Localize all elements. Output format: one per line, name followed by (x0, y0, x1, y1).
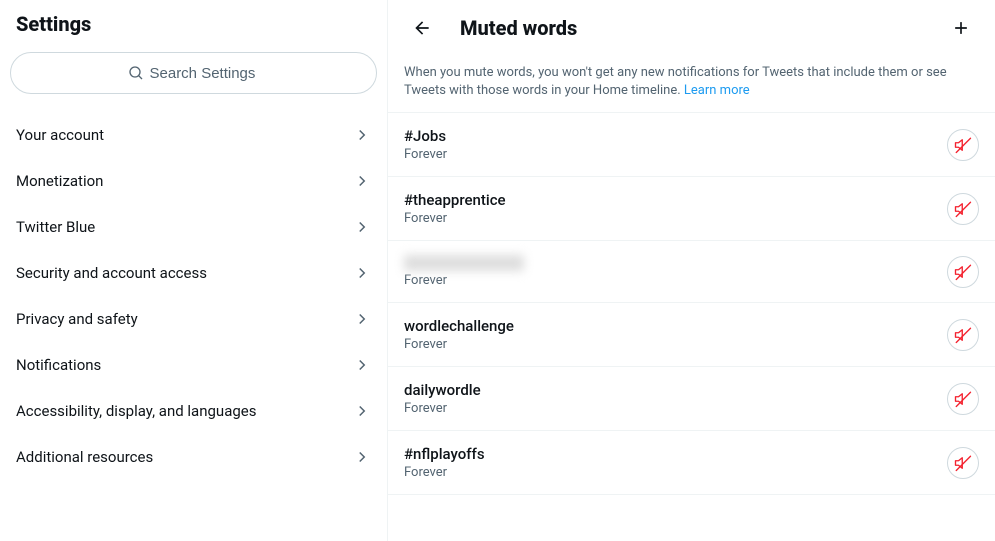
sidebar-item[interactable]: Your account (0, 112, 387, 158)
muted-row[interactable]: #theapprentice Forever (388, 177, 995, 241)
muted-word: #Jobs (404, 127, 935, 145)
unmute-button[interactable] (947, 319, 979, 351)
sidebar-item[interactable]: Security and account access (0, 250, 387, 296)
mute-icon (954, 200, 972, 218)
sidebar-item[interactable]: Accessibility, display, and languages (0, 388, 387, 434)
sidebar-item-label: Your account (16, 126, 104, 144)
description-text: When you mute words, you won't get any n… (404, 65, 947, 98)
muted-duration: Forever (404, 401, 935, 416)
unmute-button[interactable] (947, 129, 979, 161)
muted-list: #Jobs Forever #theapprentice Forever Forever… (388, 113, 995, 495)
sidebar-item-label: Security and account access (16, 264, 207, 282)
muted-duration: Forever (404, 211, 935, 226)
muted-row[interactable]: dailywordle Forever (388, 367, 995, 431)
mute-icon (954, 390, 972, 408)
muted-word: #nflplayoffs (404, 445, 935, 463)
chevron-right-icon (353, 448, 371, 466)
sidebar-item-label: Twitter Blue (16, 218, 95, 236)
muted-word: dailywordle (404, 381, 935, 399)
muted-info: wordlechallenge Forever (404, 317, 935, 352)
search-icon (128, 65, 144, 81)
muted-info: #nflplayoffs Forever (404, 445, 935, 480)
sidebar-item-label: Additional resources (16, 448, 153, 466)
main-panel: Muted words When you mute words, you won… (388, 0, 995, 541)
sidebar-item[interactable]: Monetization (0, 158, 387, 204)
settings-sidebar: Settings Your account Monetization Twitter… (0, 0, 388, 541)
settings-title: Settings (0, 0, 387, 52)
sidebar-item-label: Monetization (16, 172, 103, 190)
sidebar-item[interactable]: Notifications (0, 342, 387, 388)
unmute-button[interactable] (947, 447, 979, 479)
chevron-right-icon (353, 264, 371, 282)
chevron-right-icon (353, 310, 371, 328)
sidebar-list: Your account Monetization Twitter Blue Secu… (0, 112, 387, 480)
chevron-right-icon (353, 218, 371, 236)
back-button[interactable] (404, 10, 440, 46)
chevron-right-icon (353, 172, 371, 190)
muted-word: wordlechallenge (404, 317, 935, 335)
muted-row[interactable]: wordlechallenge Forever (388, 303, 995, 367)
chevron-right-icon (353, 402, 371, 420)
muted-info: #Jobs Forever (404, 127, 935, 162)
unmute-button[interactable] (947, 193, 979, 225)
chevron-right-icon (353, 126, 371, 144)
unmute-button[interactable] (947, 256, 979, 288)
muted-row[interactable]: Forever (388, 241, 995, 303)
muted-duration: Forever (404, 337, 935, 352)
search-input[interactable] (150, 65, 260, 82)
sidebar-item-label: Accessibility, display, and languages (16, 402, 256, 420)
muted-info: Forever (404, 255, 935, 288)
mute-icon (954, 263, 972, 281)
muted-row[interactable]: #nflplayoffs Forever (388, 431, 995, 495)
main-header: Muted words (388, 0, 995, 56)
add-button[interactable] (943, 10, 979, 46)
plus-icon (951, 18, 971, 38)
muted-duration: Forever (404, 273, 935, 288)
muted-info: #theapprentice Forever (404, 191, 935, 226)
chevron-right-icon (353, 356, 371, 374)
muted-duration: Forever (404, 465, 935, 480)
sidebar-item-label: Notifications (16, 356, 101, 374)
sidebar-item[interactable]: Additional resources (0, 434, 387, 480)
sidebar-item-label: Privacy and safety (16, 310, 138, 328)
muted-info: dailywordle Forever (404, 381, 935, 416)
sidebar-item[interactable]: Twitter Blue (0, 204, 387, 250)
mute-icon (954, 454, 972, 472)
unmute-button[interactable] (947, 383, 979, 415)
description: When you mute words, you won't get any n… (388, 56, 995, 113)
muted-word-redacted (404, 255, 524, 271)
muted-word: #theapprentice (404, 191, 935, 209)
muted-duration: Forever (404, 147, 935, 162)
arrow-left-icon (412, 18, 432, 38)
search-box[interactable] (10, 52, 377, 94)
sidebar-item[interactable]: Privacy and safety (0, 296, 387, 342)
search-wrap (0, 52, 387, 104)
mute-icon (954, 326, 972, 344)
learn-more-link[interactable]: Learn more (684, 83, 750, 98)
page-title: Muted words (460, 16, 923, 40)
muted-row[interactable]: #Jobs Forever (388, 113, 995, 177)
mute-icon (954, 136, 972, 154)
